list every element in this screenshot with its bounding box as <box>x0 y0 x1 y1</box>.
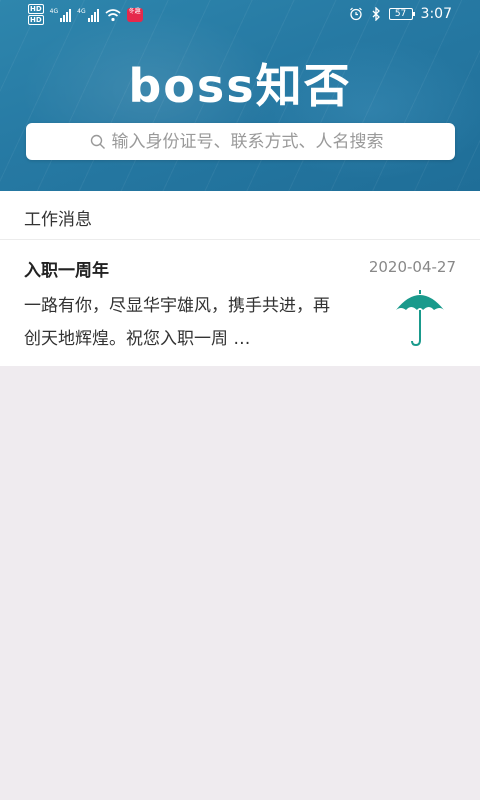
status-bar-right: 57 3:07 <box>349 6 452 22</box>
notification-badge-icon: 冬趣 <box>126 7 143 22</box>
message-body: 一路有你，尽显华宇雄风，携手共进，再创天地辉煌。祝您入职一周 … <box>24 296 330 349</box>
bluetooth-icon <box>372 7 380 21</box>
search-input[interactable] <box>111 131 432 152</box>
work-messages-card: 工作消息 入职一周年 2020-04-27 一路有你，尽显华宇雄风，携手共进，再… <box>0 191 480 366</box>
section-title: 工作消息 <box>24 210 92 230</box>
search-bar[interactable] <box>26 123 455 160</box>
app-header: HD HD 4G 4G 冬趣 57 3:07 boss知否 输入身份证号、联系方… <box>0 0 480 191</box>
signal-icon-secondary: 4G <box>77 7 99 22</box>
message-title: 入职一周年 <box>24 261 109 281</box>
signal-type-label-secondary: 4G <box>77 7 86 15</box>
signal-icon: 4G <box>49 7 72 22</box>
status-time: 3:07 <box>420 6 452 22</box>
status-bar: HD HD 4G 4G 冬趣 57 3:07 <box>0 0 480 30</box>
umbrella-icon <box>396 290 444 347</box>
message-date: 2020-04-27 <box>368 258 456 276</box>
signal-type-label: 4G <box>49 7 59 15</box>
hd-indicator: HD HD <box>28 4 44 25</box>
search-icon <box>90 134 105 149</box>
battery-icon: 57 <box>388 8 415 20</box>
list-item[interactable]: 入职一周年 2020-04-27 一路有你，尽显华宇雄风，携手共进，再创天地辉煌… <box>0 240 480 366</box>
status-bar-left: HD HD 4G 4G 冬趣 <box>28 4 143 25</box>
wifi-icon <box>105 8 121 21</box>
hd-top-label: HD <box>28 4 44 14</box>
hd-bottom-label: HD <box>28 15 44 25</box>
app-logo: boss知否 <box>128 59 352 113</box>
alarm-icon <box>349 7 362 21</box>
